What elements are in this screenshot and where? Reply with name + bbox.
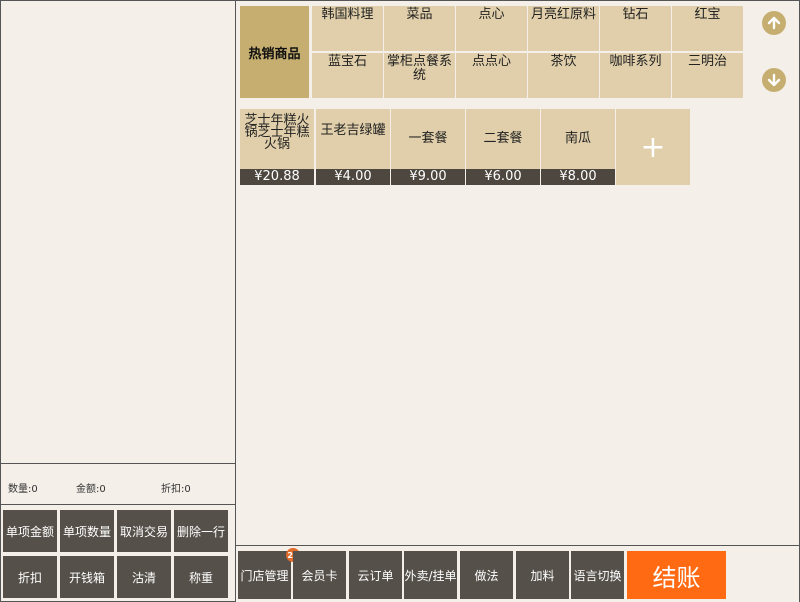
- cancel-transaction-button[interactable]: 取消交易: [117, 510, 171, 552]
- product-name: 王老吉绿罐: [320, 123, 386, 138]
- category-item[interactable]: 菜品: [384, 6, 455, 51]
- scroll-up-button[interactable]: [762, 11, 786, 35]
- product-name: 芝士年糕火锅芝士年糕火锅: [244, 113, 310, 152]
- order-list[interactable]: [1, 1, 235, 464]
- category-item[interactable]: 月亮红原料: [528, 6, 599, 51]
- member-card-button[interactable]: 会员卡: [293, 551, 346, 599]
- category-item[interactable]: 掌柜点餐系统: [384, 53, 455, 98]
- amount-total: 金额:0: [76, 484, 106, 495]
- add-ingredient-button[interactable]: 加料: [516, 551, 569, 599]
- order-summary: 数量:0 金额:0 折扣:0: [1, 464, 235, 505]
- language-switch-button[interactable]: 语言切换: [571, 551, 624, 599]
- product-price: ¥6.00: [466, 169, 540, 185]
- delete-row-button[interactable]: 删除一行: [174, 510, 228, 552]
- product-card[interactable]: 二套餐 ¥6.00: [466, 109, 540, 185]
- discount-button[interactable]: 折扣: [3, 556, 57, 598]
- item-quantity-button[interactable]: 单项数量: [60, 510, 114, 552]
- bottom-toolbar: 门店管理 26 会员卡 云订单 外卖/挂单 做法 加料 语言切换 结账: [236, 545, 799, 602]
- item-amount-button[interactable]: 单项金额: [3, 510, 57, 552]
- sold-out-button[interactable]: 沽清: [117, 556, 171, 598]
- product-card[interactable]: 一套餐 ¥9.00: [391, 109, 465, 185]
- product-name: 二套餐: [483, 131, 523, 146]
- product-price: ¥4.00: [316, 169, 390, 185]
- product-card[interactable]: 王老吉绿罐 ¥4.00: [316, 109, 390, 185]
- add-product-button[interactable]: +: [616, 109, 690, 185]
- order-panel: 数量:0 金额:0 折扣:0 单项金额 单项数量 取消交易 删除一行 折扣 开钱…: [0, 0, 236, 602]
- product-price: ¥8.00: [541, 169, 615, 185]
- category-item[interactable]: 钻石: [600, 6, 671, 51]
- category-item[interactable]: 韩国料理: [312, 6, 383, 51]
- weigh-button[interactable]: 称重: [174, 556, 228, 598]
- category-item[interactable]: 红宝: [672, 6, 743, 51]
- category-item[interactable]: 咖啡系列: [600, 53, 671, 98]
- category-item[interactable]: 茶饮: [528, 53, 599, 98]
- store-management-label: 门店管理: [240, 568, 289, 583]
- quantity-total: 数量:0: [8, 484, 38, 495]
- product-price: ¥9.00: [391, 169, 465, 185]
- category-hot-sellers[interactable]: 热销商品: [240, 6, 309, 98]
- category-item[interactable]: 蓝宝石: [312, 53, 383, 98]
- scroll-down-button[interactable]: [762, 68, 786, 92]
- menu-panel: 热销商品 韩国料理 菜品 点心 月亮红原料 钻石 红宝 蓝宝石 掌柜点餐系统 点…: [236, 0, 800, 602]
- arrow-up-icon: [767, 16, 781, 30]
- cloud-order-button[interactable]: 云订单: [349, 551, 402, 599]
- product-card[interactable]: 芝士年糕火锅芝士年糕火锅 ¥20.88: [240, 109, 314, 185]
- category-item[interactable]: 点点心: [456, 53, 527, 98]
- category-item[interactable]: 三明治: [672, 53, 743, 98]
- discount-total: 折扣:0: [161, 484, 191, 495]
- store-management-button[interactable]: 门店管理 26: [238, 548, 300, 599]
- preparation-button[interactable]: 做法: [460, 551, 513, 599]
- product-name: 一套餐: [408, 131, 448, 146]
- takeout-hold-button[interactable]: 外卖/挂单: [404, 551, 457, 599]
- product-price: ¥20.88: [240, 169, 314, 185]
- product-name: 南瓜: [564, 131, 591, 146]
- category-item[interactable]: 点心: [456, 6, 527, 51]
- arrow-down-icon: [767, 73, 781, 87]
- open-cash-drawer-button[interactable]: 开钱箱: [60, 556, 114, 598]
- order-operations: 单项金额 单项数量 取消交易 删除一行 折扣 开钱箱 沽清 称重: [1, 505, 235, 601]
- checkout-button[interactable]: 结账: [627, 551, 726, 599]
- product-card[interactable]: 南瓜 ¥8.00: [541, 109, 615, 185]
